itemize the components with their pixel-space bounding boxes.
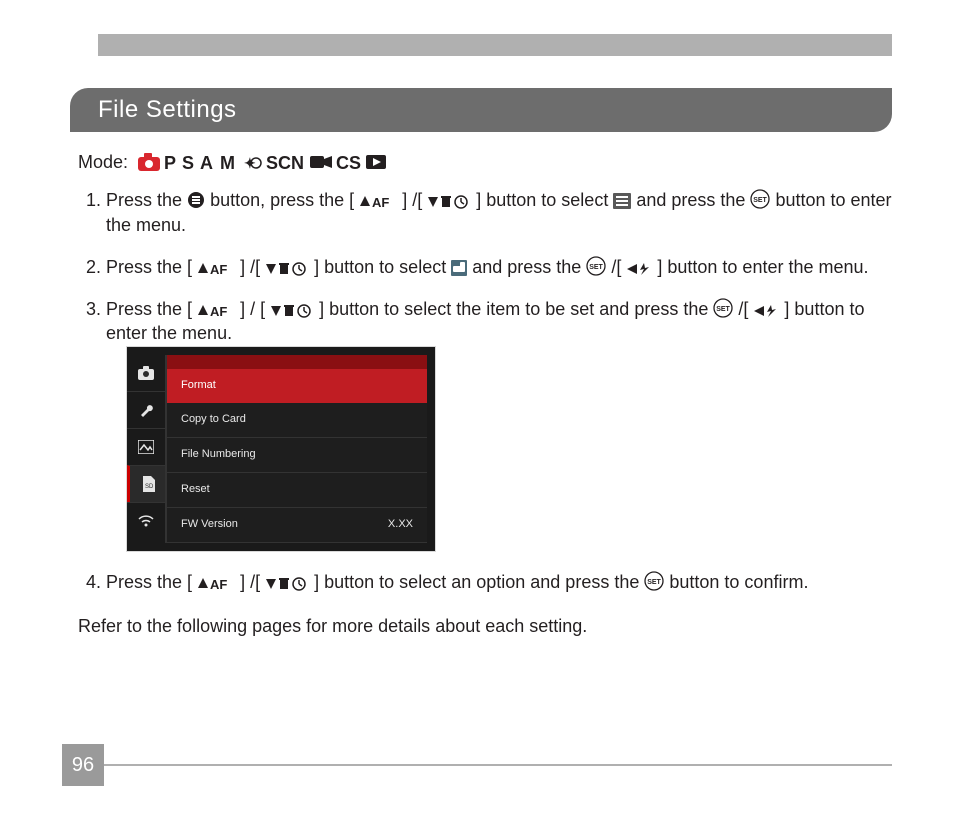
mode-play-icon — [366, 153, 386, 171]
wifi-icon — [138, 514, 154, 528]
mode-s-icon: S — [182, 153, 196, 171]
mode-scn-icon: SCN — [266, 153, 306, 171]
svg-text:P: P — [164, 153, 176, 171]
page-number: 96 — [62, 744, 104, 786]
camera-menu-top-stripe — [167, 355, 427, 369]
up-af-icon: AF — [197, 304, 235, 318]
svg-text:SET: SET — [590, 264, 604, 271]
camera-menu-list: Format Copy to Card File Numbering Reset — [167, 355, 427, 543]
svg-text:SET: SET — [648, 579, 662, 586]
section-header: File Settings — [70, 88, 892, 132]
top-bar — [98, 34, 892, 56]
set-button-icon: SET — [644, 571, 664, 591]
svg-text:SD: SD — [145, 484, 154, 490]
menu-row-value: X.XX — [388, 517, 413, 532]
content-block: Mode: P S A M ✦ SCN CS Press the button,… — [78, 150, 892, 656]
menu-row-reset: Reset — [167, 473, 427, 508]
sd-card-icon — [451, 260, 467, 276]
sidebar-tab-wifi — [127, 502, 165, 539]
menu-row-copy: Copy to Card — [167, 403, 427, 438]
up-af-icon: AF — [197, 577, 235, 591]
down-delete-timer-icon — [265, 262, 309, 276]
steps-list: Press the button, press the [ AF ] /[ ] … — [78, 188, 892, 594]
photo-icon — [138, 440, 154, 454]
sidebar-tab-camera — [127, 355, 165, 391]
svg-text:SET: SET — [717, 306, 731, 313]
svg-text:CS: CS — [336, 153, 361, 171]
mode-row: Mode: P S A M ✦ SCN CS — [78, 150, 892, 174]
mode-face-icon: ✦ — [244, 153, 262, 171]
mode-a-icon: A — [200, 153, 216, 171]
up-af-icon: AF — [197, 262, 235, 276]
svg-text:AF: AF — [210, 304, 227, 318]
menu-row-filenum: File Numbering — [167, 438, 427, 473]
mode-label: Mode: — [78, 150, 128, 174]
set-button-icon: SET — [750, 189, 770, 209]
mode-m-icon: M — [220, 153, 240, 171]
mode-cs-icon: CS — [336, 153, 362, 171]
svg-text:AF: AF — [210, 262, 227, 276]
section-title: File Settings — [98, 96, 237, 124]
mode-p-icon: P — [164, 153, 178, 171]
camera-auto-icon — [138, 153, 160, 171]
down-delete-timer-icon — [270, 304, 314, 318]
camera-menu-illustration: SD Format Copy to Card — [126, 346, 436, 552]
sd-card-icon: SD — [141, 476, 155, 492]
right-flash-icon — [626, 262, 652, 276]
menu-list-icon — [613, 193, 631, 209]
svg-text:✦: ✦ — [244, 155, 256, 171]
svg-text:AF: AF — [210, 577, 227, 591]
menu-row-fw: FW Version X.XX — [167, 508, 427, 543]
right-flash-icon — [753, 304, 779, 318]
svg-text:A: A — [200, 153, 213, 171]
menu-row-label: File Numbering — [181, 447, 256, 462]
wrench-icon — [138, 402, 154, 418]
sidebar-tab-play — [127, 428, 165, 465]
down-delete-timer-icon — [427, 195, 471, 209]
step-2: Press the [ AF ] /[ ] button to select a… — [106, 255, 892, 279]
menu-row-label: Format — [181, 378, 216, 393]
step-1: Press the button, press the [ AF ] /[ ] … — [106, 188, 892, 237]
menu-row-label: FW Version — [181, 517, 238, 532]
svg-text:S: S — [182, 153, 194, 171]
svg-text:AF: AF — [372, 195, 389, 209]
menu-row-label: Copy to Card — [181, 412, 246, 427]
camera-menu-sidebar: SD — [127, 355, 167, 543]
svg-text:SET: SET — [754, 197, 768, 204]
sidebar-tab-wrench — [127, 391, 165, 428]
menu-row-format: Format — [167, 369, 427, 403]
set-button-icon: SET — [713, 298, 733, 318]
step-4: Press the [ AF ] /[ ] button to select a… — [106, 570, 892, 594]
svg-text:M: M — [220, 153, 235, 171]
footer: 96 — [62, 744, 892, 786]
camera-icon — [138, 366, 154, 380]
mode-movie-icon — [310, 153, 332, 171]
closing-text: Refer to the following pages for more de… — [78, 614, 892, 638]
menu-button-icon — [187, 191, 205, 209]
footer-rule — [104, 764, 892, 766]
set-button-icon: SET — [586, 256, 606, 276]
sidebar-tab-sd: SD — [127, 465, 165, 502]
menu-row-label: Reset — [181, 482, 210, 497]
down-delete-timer-icon — [265, 577, 309, 591]
svg-text:SCN: SCN — [266, 153, 304, 171]
up-af-icon: AF — [359, 195, 397, 209]
step-3: Press the [ AF ] / [ ] button to select … — [106, 297, 892, 552]
